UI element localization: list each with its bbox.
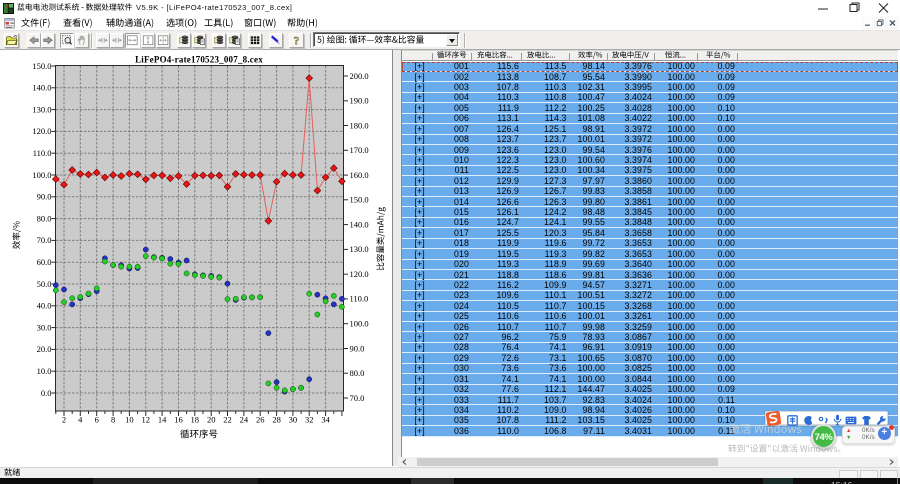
- svg-text:30.0: 30.0: [37, 322, 52, 332]
- svg-text:28: 28: [272, 415, 281, 425]
- svg-text:24: 24: [240, 415, 249, 425]
- svg-text:130.0: 130.0: [32, 104, 51, 114]
- svg-text:110.0: 110.0: [350, 294, 369, 304]
- svg-text:30: 30: [289, 415, 298, 425]
- svg-text:90.0: 90.0: [37, 192, 52, 202]
- svg-text:170.0: 170.0: [350, 145, 369, 155]
- svg-text:140.0: 140.0: [350, 219, 369, 229]
- svg-text:190.0: 190.0: [350, 96, 369, 106]
- svg-text:90.0: 90.0: [350, 343, 365, 353]
- svg-text:140.0: 140.0: [32, 83, 51, 93]
- svg-text:10.0: 10.0: [37, 366, 52, 376]
- svg-text:4: 4: [78, 415, 83, 425]
- svg-text:180.0: 180.0: [350, 120, 369, 130]
- svg-text:150.0: 150.0: [32, 61, 51, 71]
- svg-text:130.0: 130.0: [350, 244, 369, 254]
- svg-text:18: 18: [191, 415, 200, 425]
- svg-text:12: 12: [142, 415, 151, 425]
- svg-text:100.0: 100.0: [350, 319, 369, 329]
- svg-text:70.0: 70.0: [350, 393, 365, 403]
- svg-text:200.0: 200.0: [350, 71, 369, 81]
- svg-text:80.0: 80.0: [350, 368, 365, 378]
- svg-text:20: 20: [207, 415, 216, 425]
- svg-text:8: 8: [111, 415, 115, 425]
- svg-text:110.0: 110.0: [33, 148, 52, 158]
- svg-text:20.0: 20.0: [37, 344, 52, 354]
- svg-text:0.0: 0.0: [41, 388, 52, 398]
- svg-text:40.0: 40.0: [37, 301, 52, 311]
- svg-text:34: 34: [321, 415, 330, 425]
- svg-text:LiFePO4-rate170523_007_8.cex: LiFePO4-rate170523_007_8.cex: [135, 55, 263, 65]
- svg-text:160.0: 160.0: [350, 170, 369, 180]
- svg-text:120.0: 120.0: [350, 269, 369, 279]
- svg-text:?: ?: [294, 35, 300, 46]
- svg-text:120.0: 120.0: [32, 126, 51, 136]
- svg-text:26: 26: [256, 415, 265, 425]
- svg-text:50.0: 50.0: [37, 279, 52, 289]
- svg-text:6: 6: [95, 415, 99, 425]
- svg-text:10: 10: [125, 415, 134, 425]
- svg-text:100.0: 100.0: [32, 170, 51, 180]
- svg-text:150.0: 150.0: [350, 195, 369, 205]
- svg-text:32: 32: [305, 415, 314, 425]
- svg-text:16: 16: [174, 415, 183, 425]
- svg-text:2: 2: [62, 415, 66, 425]
- svg-text:70.0: 70.0: [37, 235, 52, 245]
- svg-text:22: 22: [223, 415, 232, 425]
- svg-text:60.0: 60.0: [37, 257, 52, 267]
- svg-text:80.0: 80.0: [37, 213, 52, 223]
- svg-text:14: 14: [158, 415, 167, 425]
